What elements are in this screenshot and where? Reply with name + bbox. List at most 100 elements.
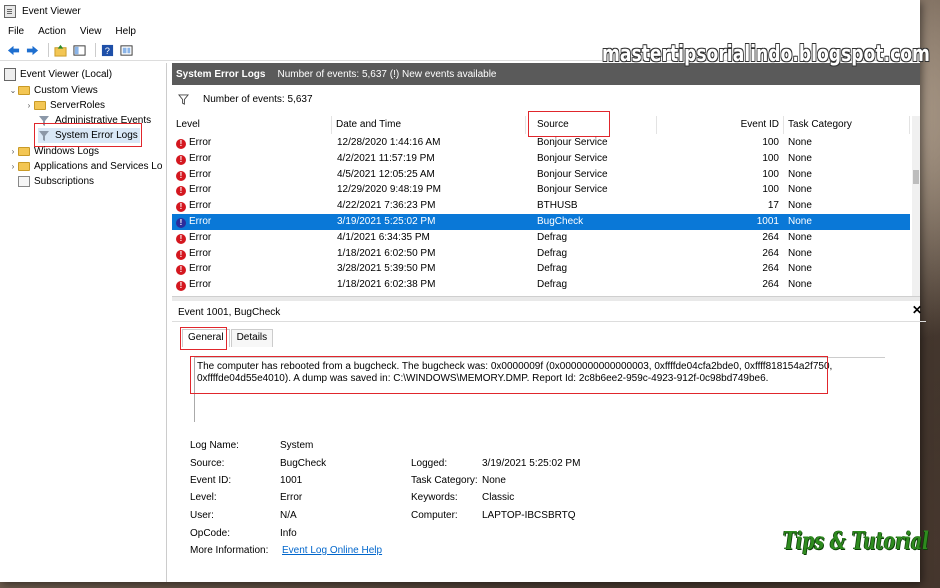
tree-item-label: Custom Views [34,85,98,96]
properties-icon[interactable] [119,43,133,57]
task-cell: None [788,263,812,275]
datetime-cell: 12/29/2020 9:48:19 PM [337,184,441,196]
value-keywords: Classic [482,492,515,503]
level-text: Error [189,231,212,243]
table-row[interactable]: ! Error 12/28/2020 1:44:16 AM Bonjour Servi… [172,135,910,151]
pane-splitter[interactable] [172,296,920,301]
event-viewer-icon [4,68,16,81]
tree-item-subscriptions[interactable]: Subscriptions [18,174,94,189]
forward-arrow-icon[interactable] [25,43,39,57]
table-row[interactable]: ! Error 4/2/2021 11:57:19 PM Bonjour Servic… [172,151,910,167]
tree-item-server-roles[interactable]: › ServerRoles [24,98,105,113]
task-cell: None [788,152,812,164]
error-icon: ! [176,154,186,165]
column-header-event-id[interactable]: Event ID [657,116,784,134]
table-row[interactable]: ! Error 12/29/2020 9:48:19 PM Bonjour Servi… [172,182,910,198]
chevron-right-icon[interactable]: › [8,147,18,156]
id-cell: 100 [762,137,779,148]
menu-help[interactable]: Help [115,26,136,37]
tree-item-root[interactable]: Event Viewer (Local) [4,67,112,82]
id-cell: 100 [762,152,779,164]
tree-item-label: ServerRoles [50,100,106,111]
table-row[interactable]: ! Error 4/22/2021 7:36:23 PM BTHUSB 17 None [172,198,910,214]
main-pane: System Error Logs Number of events: 5,63… [172,63,926,582]
site-watermark: mastertipsorialindo.blogspot.com [602,42,930,67]
label-task-category: Task Category: [411,475,478,486]
chevron-down-icon[interactable]: ⌄ [8,86,18,95]
scrollbar-thumb[interactable] [913,170,919,184]
column-header-level[interactable]: Level [172,116,332,134]
level-cell: ! Error [176,167,211,183]
menu-file[interactable]: File [8,26,24,37]
table-row[interactable]: ! Error 4/1/2021 6:34:35 PM Defrag 264 None [172,230,910,246]
window-title: Event Viewer [22,5,81,17]
filter-icon[interactable] [178,93,189,105]
value-computer: LAPTOP-IBCSBRTQ [482,510,576,521]
chevron-right-icon[interactable]: › [24,101,34,110]
table-row[interactable]: ! Error 3/28/2021 5:39:50 PM Defrag 264 None [172,261,910,277]
tree-item-label: Windows Logs [34,146,100,157]
datetime-cell: 4/5/2021 12:05:25 AM [337,168,435,180]
level-cell: ! Error [176,230,211,246]
help-icon[interactable]: ? [100,43,114,57]
level-cell: ! Error [176,135,211,151]
tree-item-custom-views[interactable]: ⌄ Custom Views [8,83,98,98]
label-event-id: Event ID: [190,475,232,486]
back-arrow-icon[interactable] [6,43,20,57]
events-scrollbar[interactable] [912,116,920,296]
menu-bar: File Action View Help [0,22,920,40]
column-header-date-time[interactable]: Date and Time [332,116,526,134]
task-cell: None [788,216,812,227]
task-cell: None [788,247,812,259]
highlight-box [528,111,610,137]
folder-icon [18,162,30,171]
level-text: Error [189,279,212,291]
source-cell: Bonjour Service [537,184,608,196]
tree-item-applications-services[interactable]: › Applications and Services Lo [8,159,163,174]
datetime-cell: 4/22/2021 7:36:23 PM [337,200,436,212]
menu-view[interactable]: View [80,26,102,37]
console-tree-icon[interactable] [72,43,86,57]
label-level: Level: [190,492,217,503]
datetime-cell: 4/2/2021 11:57:19 PM [337,152,435,164]
events-table: Level Date and Time Source Event ID Task… [172,111,910,294]
id-cell: 264 [762,263,779,275]
chevron-right-icon[interactable]: › [8,162,18,171]
level-cell: ! Error [176,261,211,277]
detail-header: Event 1001, BugCheck ✕ [172,303,926,322]
up-folder-icon[interactable] [53,43,67,57]
table-row[interactable]: ! Error 4/5/2021 12:05:25 AM Bonjour Servic… [172,167,910,183]
column-header-task-category[interactable]: Task Category [784,116,910,134]
error-icon: ! [176,249,186,260]
value-task-category: None [482,475,506,486]
pane-title: System Error Logs [176,68,266,80]
close-icon[interactable]: ✕ [912,303,922,317]
id-cell: 100 [762,184,779,196]
tree-item-windows-logs[interactable]: › Windows Logs [8,144,99,159]
event-count: Number of events: 5,637 [203,93,313,105]
value-log-name: System [280,440,314,451]
event-viewer-app-icon [4,4,16,18]
task-cell: None [788,184,812,196]
table-row[interactable]: ! Error 1/18/2021 6:02:38 PM Defrag 264 None [172,277,910,293]
subscriptions-icon [18,176,30,187]
error-icon: ! [176,170,186,181]
value-user: N/A [280,510,297,521]
folder-icon [18,147,30,156]
brand-logo: Tips & Tutorial [783,526,929,555]
source-cell: Bonjour Service [537,168,608,180]
source-cell: BugCheck [537,216,584,227]
event-log-online-help-link[interactable]: Event Log Online Help [282,545,382,556]
menu-action[interactable]: Action [38,26,66,37]
value-logged: 3/19/2021 5:25:02 PM [482,458,581,469]
table-row[interactable]: ! Error 1/18/2021 6:02:50 PM Defrag 264 None [172,246,910,262]
datetime-cell: 3/19/2021 5:25:02 PM [337,216,436,227]
error-icon: ! [176,139,186,149]
tab-details[interactable]: Details [230,329,274,347]
table-row[interactable]: ! Error 3/19/2021 5:25:02 PM BugCheck 1001 No… [172,214,910,230]
svg-text:?: ? [104,46,109,56]
datetime-cell: 4/1/2021 6:34:35 PM [337,231,430,243]
error-icon: ! [176,265,186,276]
level-text: Error [189,184,212,196]
detail-title: Event 1001, BugCheck [178,306,281,318]
